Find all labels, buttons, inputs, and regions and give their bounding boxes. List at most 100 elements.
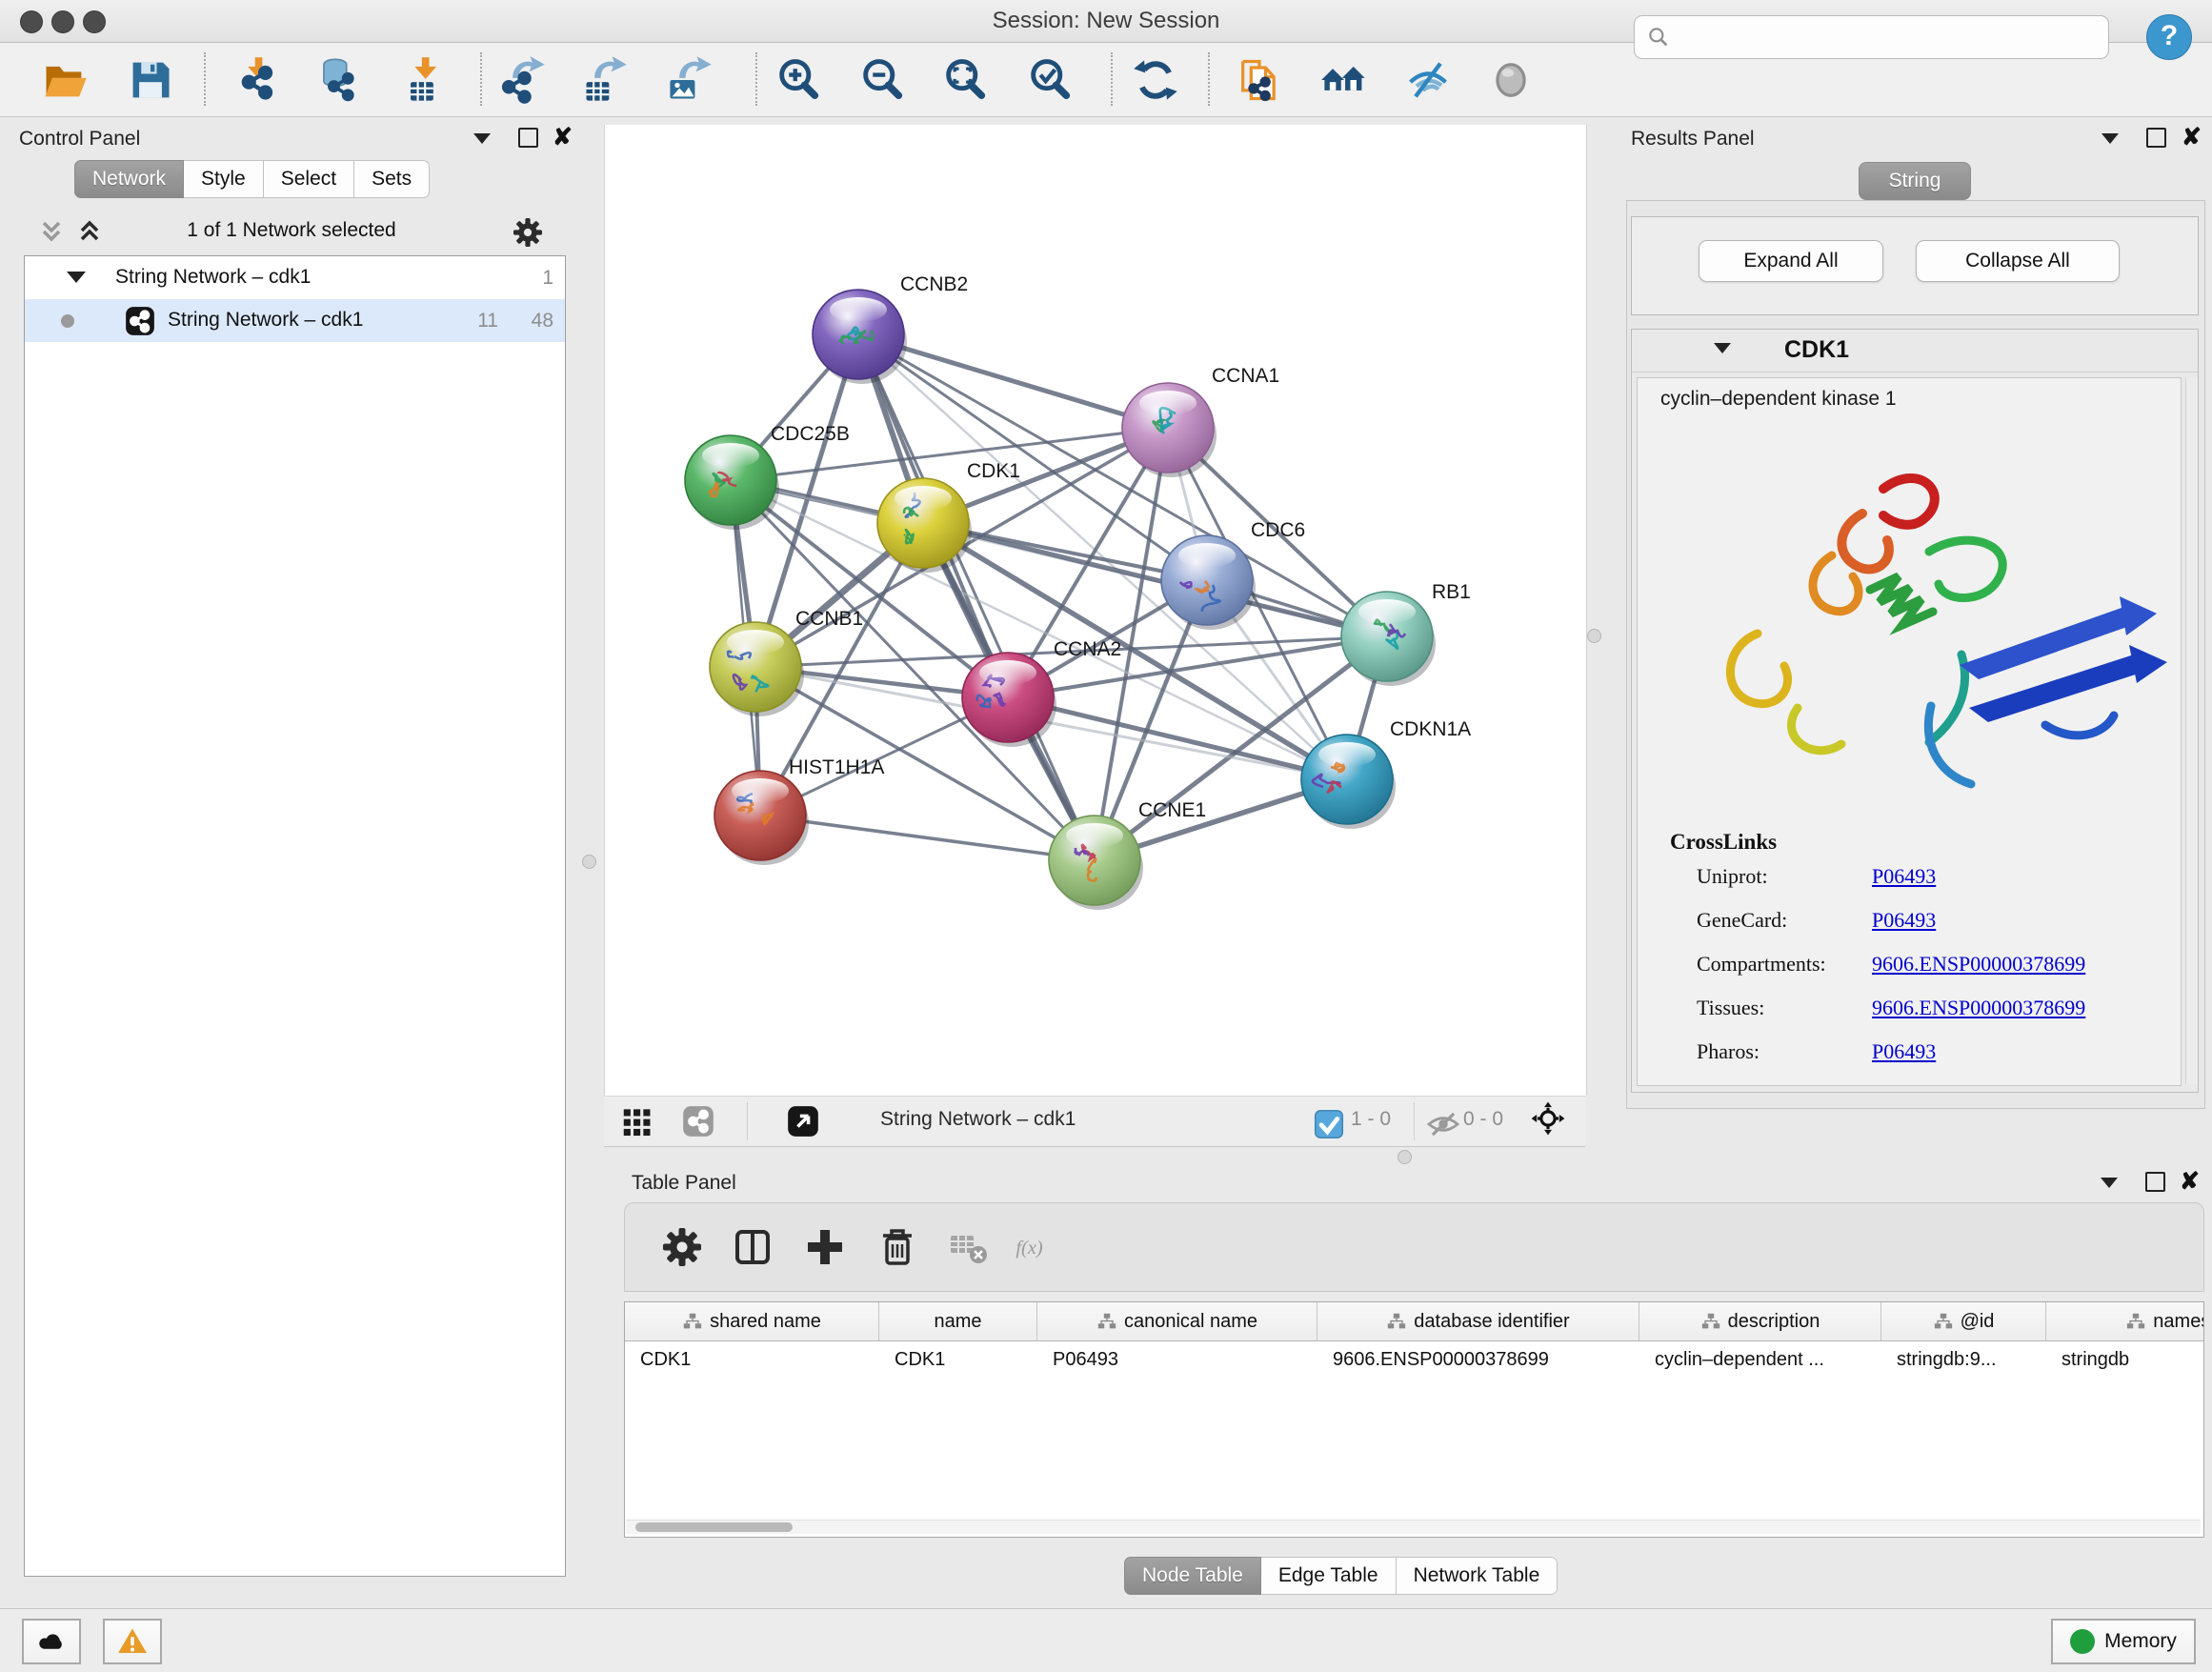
warning-button[interactable] <box>103 1619 162 1664</box>
column-header-name[interactable]: name <box>879 1302 1037 1340</box>
open-session-button[interactable] <box>39 54 90 106</box>
node-result-body: cyclin–dependent kinase 1 <box>1637 377 2182 1086</box>
import-table-button[interactable] <box>397 54 449 106</box>
node-result-header[interactable]: CDK1 <box>1632 330 2198 373</box>
tab-node-table[interactable]: Node Table <box>1124 1557 1261 1595</box>
export-table-button[interactable] <box>579 54 631 106</box>
network-edge[interactable] <box>760 816 1095 860</box>
network-tree-item[interactable]: String Network – cdk11 <box>25 256 565 299</box>
table-hscroll-thumb[interactable] <box>635 1522 793 1532</box>
control-panel-close-icon[interactable]: ✘ <box>553 128 573 147</box>
results-scrollbar[interactable] <box>2185 377 2198 1084</box>
delete-column-icon[interactable] <box>875 1224 920 1270</box>
table-hscrollbar[interactable] <box>626 1520 2201 1534</box>
network-graph[interactable]: CCNB2CCNA1CDC25BCDK1CDC6RB1CCNB1CCNA2CDK… <box>605 125 1586 1096</box>
search-icon <box>1646 25 1671 50</box>
show-columns-icon[interactable] <box>730 1224 775 1270</box>
tab-edge-table[interactable]: Edge Table <box>1261 1557 1397 1595</box>
table-panel-close-icon[interactable]: ✘ <box>2180 1172 2200 1191</box>
hidden-eye-icon[interactable] <box>1425 1106 1458 1138</box>
tab-style[interactable]: Style <box>184 160 264 198</box>
cell-namespace[interactable]: stringdb <box>2046 1341 2204 1380</box>
memory-button[interactable]: Memory <box>2051 1619 2196 1664</box>
hide-graphics-button[interactable] <box>1402 54 1454 106</box>
cloud-icon <box>35 1625 68 1658</box>
column-header-id[interactable]: @id <box>1881 1302 2046 1340</box>
table-row[interactable]: CDK1CDK1P064939606.ENSP00000378699cyclin… <box>625 1341 2204 1380</box>
collapse-entry-icon[interactable] <box>1714 343 1731 353</box>
results-panel-float-icon[interactable] <box>2146 128 2166 148</box>
birdseye-view-icon[interactable] <box>785 1103 821 1139</box>
network-options-gear-icon[interactable] <box>511 215 545 250</box>
control-panel-menu-icon[interactable] <box>473 133 491 144</box>
cloud-button[interactable] <box>22 1619 81 1664</box>
cell-sharedname[interactable]: CDK1 <box>625 1341 879 1380</box>
table-panel-menu-icon[interactable] <box>2101 1178 2118 1188</box>
grid-view-icon[interactable] <box>619 1103 655 1139</box>
tab-string[interactable]: String <box>1859 162 1971 200</box>
network-node-CDKN1A[interactable]: CDKN1A <box>1301 718 1471 829</box>
refresh-button[interactable] <box>1130 54 1181 106</box>
import-database-button[interactable] <box>312 54 363 106</box>
column-header-canonicalname[interactable]: canonical name <box>1037 1302 1317 1340</box>
network-tree-item[interactable]: String Network – cdk11148 <box>25 299 565 342</box>
cell-id[interactable]: stringdb:9... <box>1881 1341 2046 1380</box>
network-node-CDK1[interactable]: CDK1 <box>877 460 1020 573</box>
string-network-icon[interactable] <box>680 1103 716 1139</box>
cell-description[interactable]: cyclin–dependent ... <box>1639 1341 1881 1380</box>
left-splitter-handle[interactable] <box>582 855 596 869</box>
crosslink-link[interactable]: 9606.ENSP00000378699 <box>1872 952 2085 977</box>
column-header-namespace[interactable]: namespace <box>2046 1302 2204 1340</box>
network-node-HIST1H1A[interactable]: HIST1H1A <box>714 756 884 865</box>
cell-canonicalname[interactable]: P06493 <box>1037 1341 1317 1380</box>
zoom-selected-button[interactable] <box>1024 54 1076 106</box>
crosslink-link[interactable]: P06493 <box>1872 908 1936 933</box>
network-edge[interactable] <box>858 334 1095 860</box>
expand-all-button[interactable]: Expand All <box>1699 240 1883 282</box>
cell-name[interactable]: CDK1 <box>879 1341 1037 1380</box>
table-panel-float-icon[interactable] <box>2145 1172 2165 1192</box>
zoom-fit-button[interactable] <box>939 54 991 106</box>
results-panel-close-icon[interactable]: ✘ <box>2182 128 2202 147</box>
edge-count: 48 <box>515 310 553 332</box>
bottom-splitter-handle[interactable] <box>1398 1150 1412 1164</box>
table-settings-gear-icon[interactable] <box>659 1224 705 1270</box>
crosslink-label: GeneCard: <box>1697 908 1787 933</box>
add-column-icon[interactable] <box>802 1224 848 1270</box>
fit-selected-crosshair-icon[interactable] <box>1530 1100 1572 1142</box>
network-node-CCNB2[interactable]: CCNB2 <box>813 273 968 384</box>
collapse-all-button[interactable]: Collapse All <box>1916 240 2120 282</box>
export-network-button[interactable] <box>497 54 549 106</box>
crosslink-link[interactable]: P06493 <box>1872 1039 1936 1064</box>
selected-checkbox-icon[interactable] <box>1311 1106 1341 1137</box>
network-edge[interactable] <box>1008 697 1347 779</box>
network-view[interactable]: CCNB2CCNA1CDC25BCDK1CDC6RB1CCNB1CCNA2CDK… <box>604 125 1587 1096</box>
export-image-button[interactable] <box>664 54 715 106</box>
network-node-CCNA1[interactable]: CCNA1 <box>1122 365 1279 477</box>
tab-sets[interactable]: Sets <box>354 160 430 198</box>
results-panel-menu-icon[interactable] <box>2101 133 2119 144</box>
network-node-RB1[interactable]: RB1 <box>1341 581 1471 686</box>
tab-select[interactable]: Select <box>264 160 354 198</box>
search-input[interactable] <box>1680 26 2099 50</box>
tab-network-table[interactable]: Network Table <box>1397 1557 1558 1595</box>
tree-expander-icon[interactable] <box>67 272 86 283</box>
control-panel-float-icon[interactable] <box>518 128 538 148</box>
share-document-button[interactable] <box>1234 54 1285 106</box>
crosslink-link[interactable]: P06493 <box>1872 864 1936 889</box>
save-session-button[interactable] <box>125 54 176 106</box>
right-splitter-handle[interactable] <box>1587 629 1601 643</box>
import-network-button[interactable] <box>232 54 284 106</box>
network-edge[interactable] <box>923 523 1387 636</box>
column-header-sharedname[interactable]: shared name <box>625 1302 879 1340</box>
column-header-description[interactable]: description <box>1639 1302 1881 1340</box>
help-button[interactable]: ? <box>2146 14 2192 60</box>
zoom-out-button[interactable] <box>856 54 908 106</box>
home-button[interactable] <box>1318 54 1370 106</box>
cell-databaseidentifier[interactable]: 9606.ENSP00000378699 <box>1317 1341 1639 1380</box>
column-header-databaseidentifier[interactable]: database identifier <box>1317 1302 1639 1340</box>
zoom-in-button[interactable] <box>773 54 824 106</box>
crosslink-link[interactable]: 9606.ENSP00000378699 <box>1872 996 2085 1020</box>
show-graphics-button[interactable] <box>1485 54 1537 106</box>
tab-network[interactable]: Network <box>74 160 184 198</box>
